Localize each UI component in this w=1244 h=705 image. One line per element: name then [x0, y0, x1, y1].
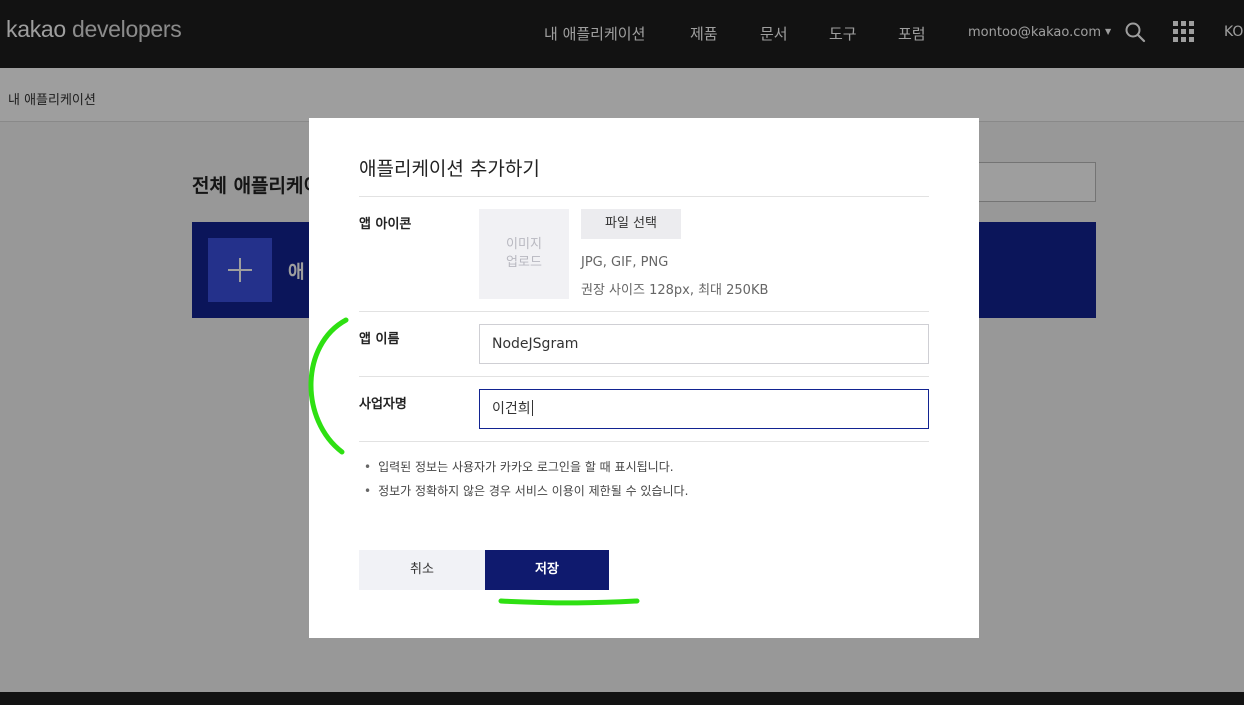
- app-name-label: 앱 이름: [359, 332, 400, 347]
- choose-file-button[interactable]: 파일 선택: [581, 209, 681, 239]
- divider: [359, 196, 929, 197]
- app-name-input[interactable]: NodeJSgram: [479, 324, 929, 364]
- icon-upload-area[interactable]: 이미지 업로드: [479, 209, 569, 299]
- dialog-title: 애플리케이션 추가하기: [359, 158, 540, 180]
- file-format-hint: JPG, GIF, PNG: [581, 255, 669, 270]
- icon-upload-text-2: 업로드: [506, 255, 542, 270]
- company-name-label: 사업자명: [359, 397, 407, 412]
- divider: [359, 441, 929, 442]
- text-cursor: [531, 400, 533, 416]
- cancel-button[interactable]: 취소: [359, 550, 485, 590]
- divider: [359, 376, 929, 377]
- app-icon-label: 앱 아이콘: [359, 217, 412, 232]
- file-size-hint: 권장 사이즈 128px, 최대 250KB: [581, 283, 769, 298]
- company-name-value: 이건희: [492, 401, 531, 417]
- save-button[interactable]: 저장: [485, 550, 609, 590]
- company-name-input[interactable]: 이건희: [479, 389, 929, 429]
- notice-item: 입력된 정보는 사용자가 카카오 로그인을 할 때 표시됩니다.: [364, 458, 673, 475]
- divider: [359, 311, 929, 312]
- notice-item: 정보가 정확하지 않은 경우 서비스 이용이 제한될 수 있습니다.: [364, 482, 688, 499]
- app-name-value: NodeJSgram: [492, 336, 579, 352]
- icon-upload-text-1: 이미지: [506, 237, 542, 252]
- add-application-dialog: 애플리케이션 추가하기 앱 아이콘 이미지 업로드 파일 선택 JPG, GIF…: [309, 118, 979, 638]
